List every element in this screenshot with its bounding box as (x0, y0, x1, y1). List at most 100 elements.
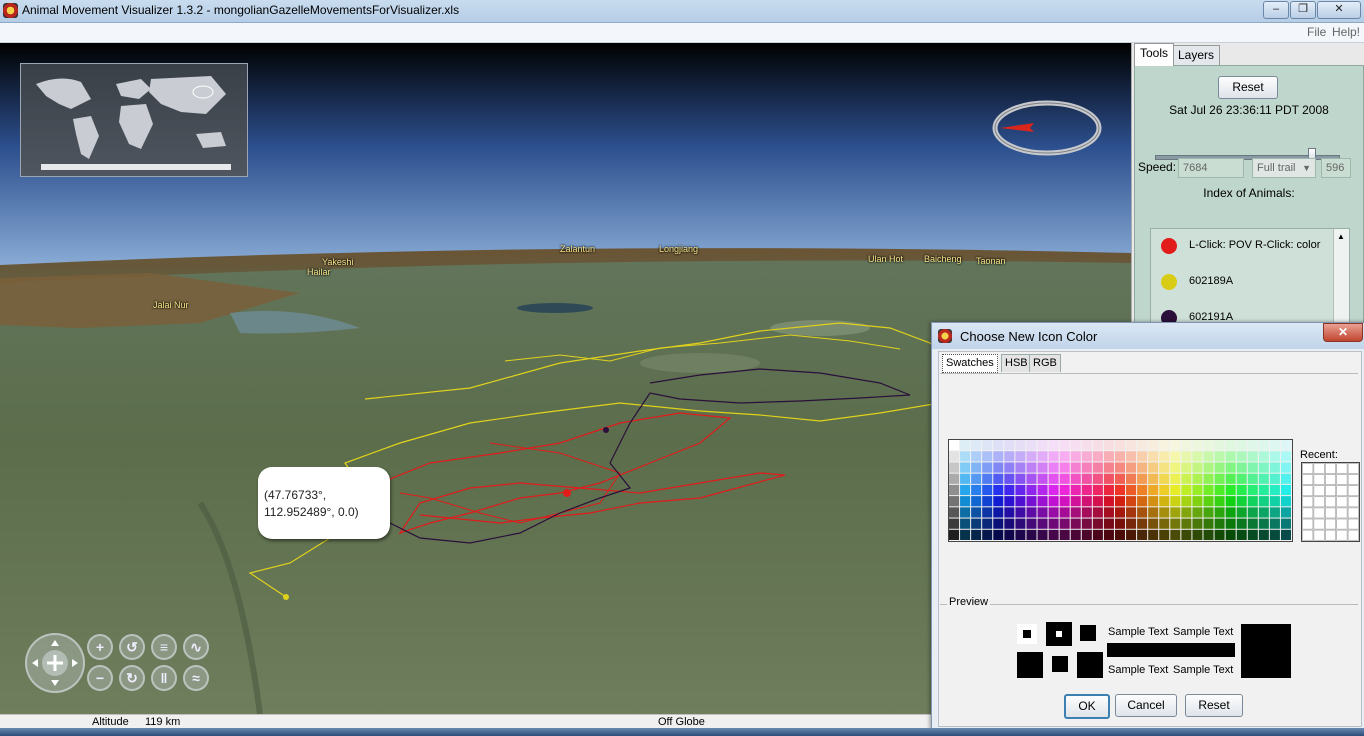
swatch[interactable] (1059, 473, 1070, 484)
swatch[interactable] (1048, 473, 1059, 484)
swatch[interactable] (1203, 496, 1214, 507)
swatch[interactable] (1192, 518, 1203, 529)
recent-swatch[interactable] (1336, 529, 1348, 541)
swatch[interactable] (1236, 451, 1247, 462)
swatch[interactable] (949, 451, 960, 462)
swatch[interactable] (1181, 484, 1192, 496)
swatch[interactable] (1192, 451, 1203, 462)
rotate-right-icon[interactable]: ↻ (119, 665, 145, 691)
swatch[interactable] (1126, 473, 1137, 484)
swatch[interactable] (1225, 484, 1236, 496)
world-minimap[interactable] (20, 63, 248, 177)
swatch[interactable] (1004, 451, 1015, 462)
swatch[interactable] (1148, 529, 1159, 540)
swatch[interactable] (949, 518, 960, 529)
swatch[interactable] (1048, 440, 1059, 451)
swatch[interactable] (960, 529, 971, 540)
swatch[interactable] (1103, 462, 1114, 473)
swatch[interactable] (1137, 440, 1148, 451)
recent-swatches[interactable] (1301, 462, 1360, 542)
recent-swatch[interactable] (1347, 474, 1359, 485)
swatch[interactable] (1126, 507, 1137, 518)
swatch[interactable] (982, 462, 993, 473)
swatch[interactable] (1126, 484, 1137, 496)
recent-swatch[interactable] (1336, 463, 1348, 474)
swatch[interactable] (1280, 451, 1291, 462)
swatch[interactable] (1159, 507, 1170, 518)
swatch[interactable] (1269, 518, 1280, 529)
cancel-button[interactable]: Cancel (1115, 694, 1177, 717)
swatch[interactable] (1026, 507, 1037, 518)
swatch[interactable] (1170, 529, 1181, 540)
swatch[interactable] (1037, 529, 1048, 540)
swatch[interactable] (1181, 507, 1192, 518)
swatch[interactable] (1059, 484, 1070, 496)
recent-swatch[interactable] (1302, 474, 1314, 485)
swatch[interactable] (1192, 507, 1203, 518)
swatch[interactable] (1280, 462, 1291, 473)
swatch[interactable] (1137, 484, 1148, 496)
maximize-button[interactable]: ❐ (1290, 1, 1316, 19)
swatch[interactable] (1114, 484, 1126, 496)
swatch[interactable] (1258, 518, 1269, 529)
swatch[interactable] (1004, 473, 1015, 484)
swatch[interactable] (1070, 440, 1081, 451)
recent-swatch[interactable] (1336, 485, 1348, 497)
swatch[interactable] (1103, 518, 1114, 529)
swatch[interactable] (982, 507, 993, 518)
swatch[interactable] (1148, 484, 1159, 496)
swatch[interactable] (1269, 484, 1280, 496)
swatch[interactable] (1037, 473, 1048, 484)
swatch[interactable] (1070, 496, 1081, 507)
animal-color-dot[interactable] (1161, 274, 1177, 290)
swatch[interactable] (1269, 496, 1280, 507)
swatch[interactable] (1148, 451, 1159, 462)
recent-swatch[interactable] (1325, 463, 1336, 474)
swatch[interactable] (1280, 518, 1291, 529)
swatch[interactable] (949, 496, 960, 507)
swatch[interactable] (1159, 518, 1170, 529)
recent-swatch[interactable] (1347, 496, 1359, 508)
swatch[interactable] (1059, 518, 1070, 529)
swatch[interactable] (993, 496, 1004, 507)
swatch[interactable] (1214, 440, 1225, 451)
swatch[interactable] (1037, 451, 1048, 462)
recent-swatch[interactable] (1313, 485, 1325, 497)
swatch[interactable] (1269, 507, 1280, 518)
swatch[interactable] (1148, 462, 1159, 473)
swatch[interactable] (1192, 440, 1203, 451)
swatch[interactable] (1081, 440, 1092, 451)
swatch[interactable] (1081, 529, 1092, 540)
swatch[interactable] (1114, 507, 1126, 518)
swatch[interactable] (1048, 496, 1059, 507)
swatch[interactable] (982, 440, 993, 451)
swatch[interactable] (960, 507, 971, 518)
recent-swatch[interactable] (1313, 507, 1325, 519)
swatch[interactable] (1247, 440, 1258, 451)
swatch[interactable] (1092, 496, 1103, 507)
recent-swatch[interactable] (1325, 518, 1336, 530)
swatch[interactable] (1258, 496, 1269, 507)
swatch[interactable] (1236, 507, 1247, 518)
swatch[interactable] (1070, 507, 1081, 518)
swatch[interactable] (1103, 496, 1114, 507)
swatch[interactable] (949, 529, 960, 540)
swatch[interactable] (1026, 462, 1037, 473)
swatch[interactable] (1015, 484, 1026, 496)
swatch[interactable] (1170, 451, 1181, 462)
swatch[interactable] (1258, 451, 1269, 462)
swatch[interactable] (1059, 462, 1070, 473)
swatch[interactable] (1148, 496, 1159, 507)
swatch[interactable] (960, 518, 971, 529)
swatch[interactable] (1114, 496, 1126, 507)
swatch[interactable] (1026, 518, 1037, 529)
swatch[interactable] (1126, 518, 1137, 529)
tab-swatches[interactable]: Swatches (942, 354, 998, 373)
swatch[interactable] (1269, 440, 1280, 451)
swatch[interactable] (1214, 473, 1225, 484)
swatch[interactable] (1092, 473, 1103, 484)
swatch[interactable] (1026, 484, 1037, 496)
swatch[interactable] (1070, 473, 1081, 484)
swatch[interactable] (1114, 440, 1126, 451)
swatch[interactable] (1137, 507, 1148, 518)
